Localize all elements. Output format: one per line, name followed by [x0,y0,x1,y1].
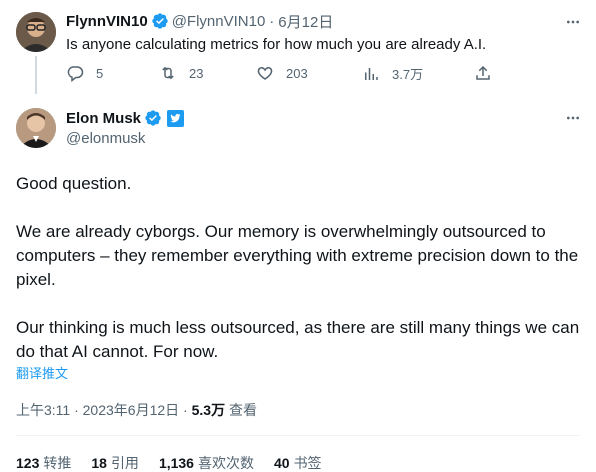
parent-tweet-text: Is anyone calculating metrics for how mu… [66,36,487,53]
tweet-timestamp[interactable]: 上午3:11 · 2023年6月12日 · [16,402,192,418]
avatar[interactable] [16,12,56,52]
tweet-paragraph: Good question. [16,174,132,193]
more-options-icon[interactable] [563,108,583,128]
translate-tweet-link[interactable]: 翻译推文 [16,363,68,382]
main-tweet-text: Good question. We are already cyborgs. O… [16,172,586,364]
heart-icon [257,66,273,80]
share-button[interactable] [474,64,504,82]
like-button[interactable]: 203 [256,64,308,82]
thread-line [35,56,37,94]
avatar-image [16,108,56,148]
parent-tweet-date[interactable]: 6月12日 [278,11,333,32]
parent-tweet-header: FlynnVIN10 @FlynnVIN10 · 6月12日 [66,11,333,31]
tweet-meta: 上午3:11 · 2023年6月12日 · 5.3万 查看 [16,400,257,420]
quotes-stat[interactable]: 18 引用 [91,453,139,472]
reply-icon [67,66,84,82]
parent-tweet-actions: 5 23 203 3.7万 [66,64,496,86]
avatar-image [16,12,56,52]
tweet-paragraph: We are already cyborgs. Our memory is ov… [16,222,579,289]
divider [16,435,580,436]
twitter-affiliate-icon[interactable] [167,109,185,127]
tweet-stats: 123 转推 18 引用 1,136 喜欢次数 40 书签 [16,453,342,472]
parent-tweet[interactable]: FlynnVIN10 @FlynnVIN10 · 6月12日 Is anyone… [0,0,596,94]
share-icon [476,65,490,80]
main-author-name[interactable]: Elon Musk [66,110,141,127]
views-count: 3.7万 [392,67,424,82]
more-options-icon[interactable] [563,12,583,32]
retweets-stat[interactable]: 123 转推 [16,453,71,472]
main-avatar[interactable] [16,108,56,148]
views-button[interactable]: 3.7万 [362,64,423,83]
parent-author-name[interactable]: FlynnVIN10 [66,13,148,30]
main-author-name-row: Elon Musk [66,109,185,127]
like-count: 203 [286,65,308,81]
parent-author-handle[interactable]: @FlynnVIN10 [172,13,266,30]
reply-count: 5 [96,65,104,81]
retweet-icon [162,66,174,80]
likes-stat[interactable]: 1,136 喜欢次数 [159,453,254,472]
verified-badge-icon[interactable] [151,12,169,30]
tweet-views-label: 查看 [225,402,257,418]
tweet-views-count: 5.3万 [191,402,226,418]
views-chart-icon [365,67,378,80]
tweet-paragraph: Our thinking is much less outsourced, as… [16,318,580,361]
retweet-count: 23 [189,65,204,81]
retweet-button[interactable]: 23 [159,64,203,82]
verified-badge-icon[interactable] [144,109,162,127]
reply-button[interactable]: 5 [66,64,103,82]
main-author-handle[interactable]: @elonmusk [66,130,145,147]
separator-dot: · [269,12,275,30]
bookmarks-stat[interactable]: 40 书签 [274,453,322,472]
